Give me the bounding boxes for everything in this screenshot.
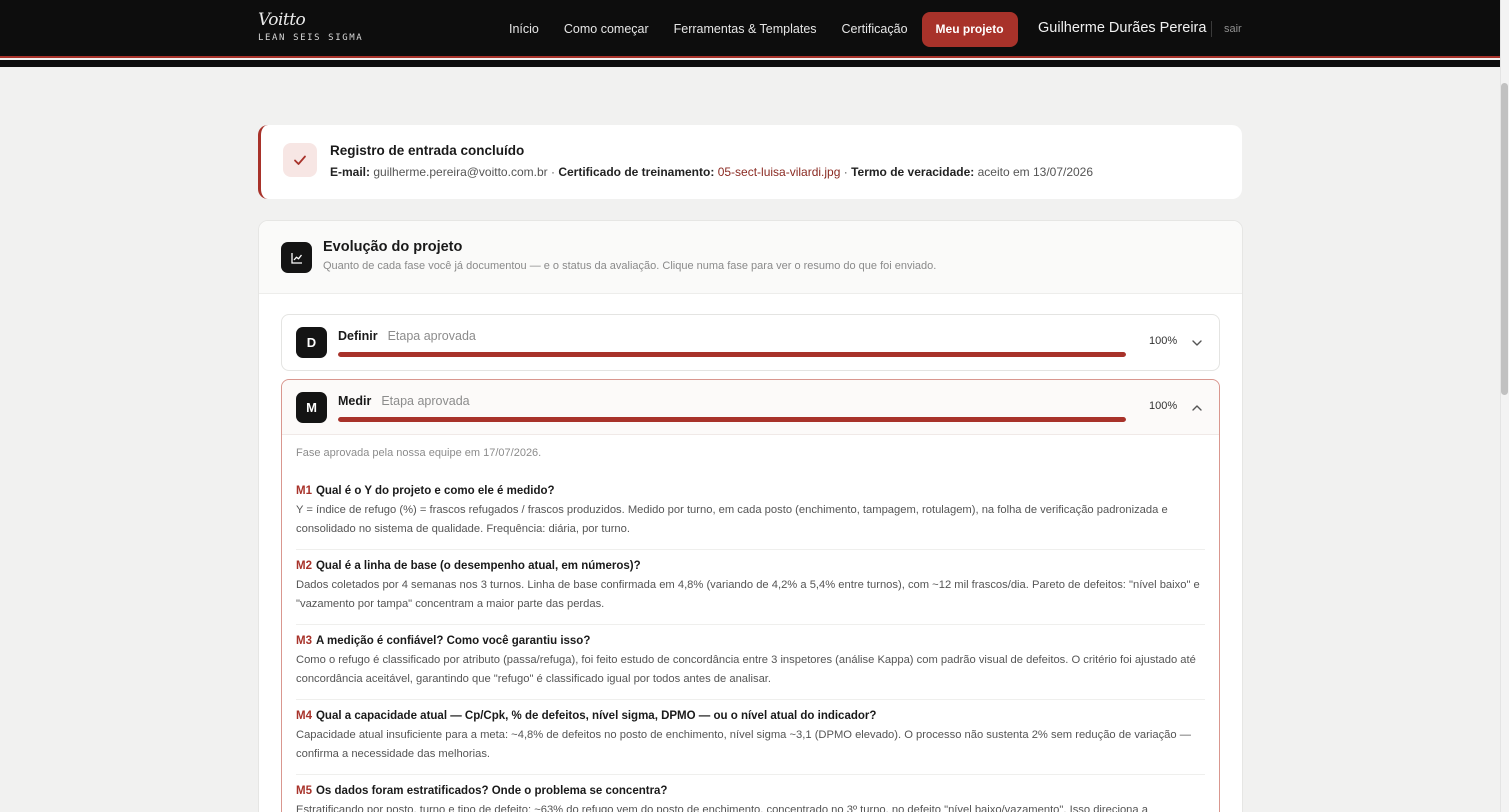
question-code: M4 bbox=[296, 710, 312, 722]
answer-text: Como o refugo é classificado por atribut… bbox=[296, 654, 1196, 685]
phase-percent: 100% bbox=[1149, 335, 1178, 347]
evolution-title: Evolução do projeto bbox=[323, 239, 463, 255]
phase-status: Etapa aprovada bbox=[381, 394, 470, 408]
phase-letter-badge: D bbox=[296, 327, 327, 358]
question-code: M3 bbox=[296, 635, 312, 647]
notice-meta: E-mail: guilherme.pereira@voitto.com.br … bbox=[330, 165, 1093, 179]
question-text: Qual a capacidade atual — Cp/Cpk, % de d… bbox=[315, 710, 877, 722]
meta-separator: · bbox=[843, 165, 848, 179]
question-title: M5 Os dados foram estratificados? Onde o … bbox=[296, 785, 1205, 797]
phase-title: Medir Etapa aprovada bbox=[338, 394, 470, 408]
nav-item-como-comecar[interactable]: Como começar bbox=[564, 22, 649, 36]
email-value: guilherme.pereira@voitto.com.br bbox=[373, 165, 548, 179]
progress-fill bbox=[338, 417, 1126, 422]
phase-progress-bar bbox=[338, 417, 1126, 422]
check-icon bbox=[283, 143, 317, 177]
nav-item-ferramentas[interactable]: Ferramentas & Templates bbox=[674, 22, 817, 36]
phase-name: Definir bbox=[338, 329, 378, 343]
cert-file-link[interactable]: 05-sect-luisa-vilardi.jpg bbox=[718, 165, 841, 179]
chevron-up-icon[interactable] bbox=[1190, 401, 1204, 415]
evolution-header: Evolução do projeto Quanto de cada fase … bbox=[259, 221, 1242, 294]
main-nav: Início Como começar Ferramentas & Templa… bbox=[509, 11, 1018, 47]
chart-icon bbox=[281, 242, 312, 273]
question-title: M2 Qual é a linha de base (o desempenho a… bbox=[296, 560, 1205, 572]
question-title: M3 A medição é confiável? Como você garan… bbox=[296, 635, 1205, 647]
phase-status: Etapa aprovada bbox=[387, 329, 476, 343]
brand-tagline: LEAN SEIS SIGMA bbox=[258, 33, 364, 43]
nav-item-certificacao[interactable]: Certificação bbox=[842, 22, 908, 36]
question-item: M4 Qual a capacidade atual — Cp/Cpk, % de… bbox=[296, 710, 1205, 775]
chevron-down-icon[interactable] bbox=[1190, 336, 1204, 350]
answer-text: Capacidade atual insuficiente para a met… bbox=[296, 729, 1191, 760]
question-text: Qual é a linha de base (o desempenho atu… bbox=[315, 560, 641, 572]
phase-definir[interactable]: D Definir Etapa aprovada 100% bbox=[281, 314, 1220, 371]
phase-letter-badge: M bbox=[296, 392, 327, 423]
phase-summary: Fase aprovada pela nossa equipe em 17/07… bbox=[282, 435, 1219, 812]
phase-header[interactable]: D Definir Etapa aprovada 100% bbox=[282, 315, 1219, 370]
question-code: M2 bbox=[296, 560, 312, 572]
phase-header[interactable]: M Medir Etapa aprovada 100% bbox=[282, 380, 1219, 435]
scrollbar-thumb[interactable] bbox=[1501, 83, 1508, 395]
notice-title: Registro de entrada concluído bbox=[330, 143, 525, 158]
phase-medir[interactable]: M Medir Etapa aprovada 100% Fase aprovada… bbox=[281, 379, 1220, 812]
phase-title: Definir Etapa aprovada bbox=[338, 329, 476, 343]
answer-text: Estratificando por posto, turno e tipo d… bbox=[296, 804, 1148, 812]
progress-fill bbox=[338, 352, 1126, 357]
question-text: A medição é confiável? Como você garanti… bbox=[315, 635, 591, 647]
email-label: E-mail: bbox=[330, 165, 371, 179]
question-title: M1 Qual é o Y do projeto e como ele é med… bbox=[296, 485, 1205, 497]
top-navbar: Voitto LEAN SEIS SIGMA Início Como começ… bbox=[0, 0, 1500, 58]
terms-label: Termo de veracidade: bbox=[851, 165, 975, 179]
approval-note: Fase aprovada pela nossa equipe em 17/07… bbox=[296, 447, 542, 459]
answer-text: Dados coletados por 4 semanas nos 3 turn… bbox=[296, 579, 1200, 610]
my-project-button[interactable]: Meu projeto bbox=[921, 11, 1018, 47]
question-title: M4 Qual a capacidade atual — Cp/Cpk, % de… bbox=[296, 710, 1205, 722]
user-name: Guilherme Durães Pereira bbox=[1038, 20, 1207, 36]
cert-label: Certificado de treinamento: bbox=[558, 165, 715, 179]
question-item: M5 Os dados foram estratificados? Onde o … bbox=[296, 785, 1205, 812]
project-evolution-card: Evolução do projeto Quanto de cada fase … bbox=[258, 220, 1243, 812]
phase-name: Medir bbox=[338, 394, 372, 408]
terms-value: aceito em 13/07/2026 bbox=[977, 165, 1094, 179]
phase-percent: 100% bbox=[1149, 400, 1178, 412]
logout-link[interactable]: sair bbox=[1224, 23, 1242, 35]
phase-progress-bar bbox=[338, 352, 1126, 357]
answer-text: Y = índice de refugo (%) = frascos refug… bbox=[296, 504, 1168, 535]
meta-separator: · bbox=[550, 165, 555, 179]
question-item: M3 A medição é confiável? Como você garan… bbox=[296, 635, 1205, 700]
navbar-bottom-band bbox=[0, 60, 1500, 67]
registration-notice: Registro de entrada concluído E-mail: gu… bbox=[258, 125, 1242, 199]
question-item: M2 Qual é a linha de base (o desempenho a… bbox=[296, 560, 1205, 625]
brand-name: Voitto bbox=[258, 10, 306, 30]
evolution-subtitle: Quanto de cada fase você já documentou —… bbox=[323, 260, 937, 272]
question-text: Qual é o Y do projeto e como ele é medid… bbox=[315, 485, 555, 497]
nav-divider bbox=[1211, 21, 1212, 37]
question-code: M5 bbox=[296, 785, 312, 797]
brand-logo[interactable]: Voitto LEAN SEIS SIGMA bbox=[258, 10, 363, 43]
question-item: M1 Qual é o Y do projeto e como ele é med… bbox=[296, 485, 1205, 550]
nav-item-inicio[interactable]: Início bbox=[509, 22, 539, 36]
question-code: M1 bbox=[296, 485, 312, 497]
question-text: Os dados foram estratificados? Onde o pr… bbox=[315, 785, 668, 797]
